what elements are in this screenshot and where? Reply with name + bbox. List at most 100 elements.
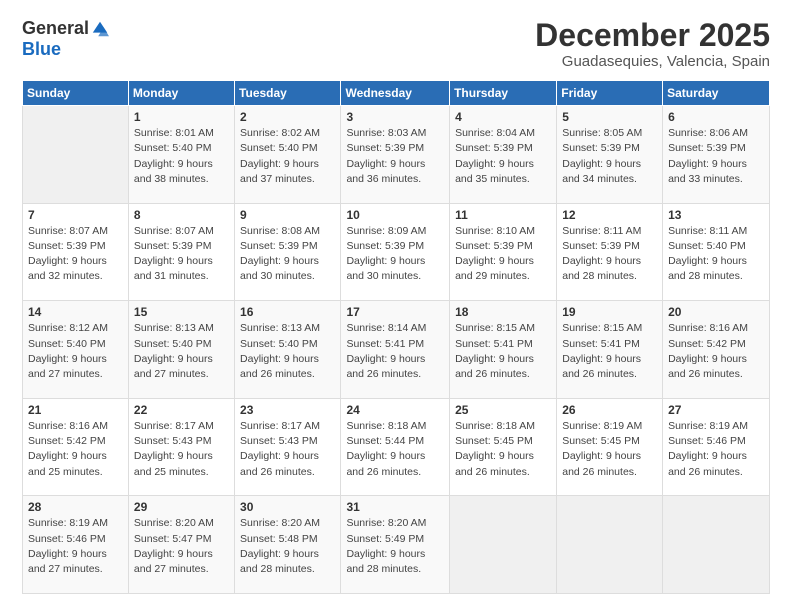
day-number: 3: [346, 110, 444, 124]
day-number: 5: [562, 110, 657, 124]
cell-w3-d1: 22 Sunrise: 8:17 AM Sunset: 5:43 PM Dayli…: [128, 398, 234, 496]
day-number: 27: [668, 403, 764, 417]
day-info: Sunrise: 8:19 AM Sunset: 5:45 PM Dayligh…: [562, 419, 657, 480]
day-number: 24: [346, 403, 444, 417]
day-info: Sunrise: 8:11 AM Sunset: 5:40 PM Dayligh…: [668, 224, 764, 285]
day-number: 21: [28, 403, 123, 417]
day-info: Sunrise: 8:06 AM Sunset: 5:39 PM Dayligh…: [668, 126, 764, 187]
day-number: 12: [562, 208, 657, 222]
cell-w0-d0: [23, 106, 129, 204]
day-number: 17: [346, 305, 444, 319]
day-number: 6: [668, 110, 764, 124]
cell-w2-d1: 15 Sunrise: 8:13 AM Sunset: 5:40 PM Dayli…: [128, 301, 234, 399]
day-info: Sunrise: 8:03 AM Sunset: 5:39 PM Dayligh…: [346, 126, 444, 187]
day-number: 15: [134, 305, 229, 319]
day-number: 28: [28, 500, 123, 514]
cell-w1-d4: 11Sunrise: 8:10 AM Sunset: 5:39 PM Dayli…: [450, 203, 557, 301]
logo-general-text: General: [22, 18, 89, 39]
subtitle: Guadasequies, Valencia, Spain: [535, 53, 770, 70]
cell-w0-d4: 4Sunrise: 8:04 AM Sunset: 5:39 PM Daylig…: [450, 106, 557, 204]
week-row-4: 28 Sunrise: 8:19 AM Sunset: 5:46 PM Dayli…: [23, 496, 770, 594]
cell-w3-d3: 24 Sunrise: 8:18 AM Sunset: 5:44 PM Dayli…: [341, 398, 450, 496]
day-number: 29: [134, 500, 229, 514]
cell-w0-d6: 6 Sunrise: 8:06 AM Sunset: 5:39 PM Daylig…: [663, 106, 770, 204]
day-info: Sunrise: 8:15 AM Sunset: 5:41 PM Dayligh…: [455, 321, 551, 382]
day-number: 20: [668, 305, 764, 319]
cell-w2-d0: 14Sunrise: 8:12 AM Sunset: 5:40 PM Dayli…: [23, 301, 129, 399]
header-row: Sunday Monday Tuesday Wednesday Thursday…: [23, 81, 770, 106]
calendar: Sunday Monday Tuesday Wednesday Thursday…: [22, 80, 770, 594]
day-number: 4: [455, 110, 551, 124]
col-monday: Monday: [128, 81, 234, 106]
day-number: 13: [668, 208, 764, 222]
week-row-3: 21 Sunrise: 8:16 AM Sunset: 5:42 PM Dayli…: [23, 398, 770, 496]
calendar-header: Sunday Monday Tuesday Wednesday Thursday…: [23, 81, 770, 106]
day-info: Sunrise: 8:11 AM Sunset: 5:39 PM Dayligh…: [562, 224, 657, 285]
day-info: Sunrise: 8:20 AM Sunset: 5:49 PM Dayligh…: [346, 516, 444, 577]
day-info: Sunrise: 8:16 AM Sunset: 5:42 PM Dayligh…: [668, 321, 764, 382]
day-number: 18: [455, 305, 551, 319]
week-row-2: 14Sunrise: 8:12 AM Sunset: 5:40 PM Dayli…: [23, 301, 770, 399]
day-info: Sunrise: 8:01 AM Sunset: 5:40 PM Dayligh…: [134, 126, 229, 187]
logo-icon: [91, 20, 109, 38]
cell-w4-d6: [663, 496, 770, 594]
cell-w2-d2: 16Sunrise: 8:13 AM Sunset: 5:40 PM Dayli…: [235, 301, 341, 399]
col-wednesday: Wednesday: [341, 81, 450, 106]
day-info: Sunrise: 8:19 AM Sunset: 5:46 PM Dayligh…: [28, 516, 123, 577]
day-info: Sunrise: 8:20 AM Sunset: 5:47 PM Dayligh…: [134, 516, 229, 577]
day-info: Sunrise: 8:07 AM Sunset: 5:39 PM Dayligh…: [134, 224, 229, 285]
logo: General Blue: [22, 18, 109, 60]
day-info: Sunrise: 8:14 AM Sunset: 5:41 PM Dayligh…: [346, 321, 444, 382]
header: General Blue December 2025 Guadasequies,…: [22, 18, 770, 70]
day-number: 26: [562, 403, 657, 417]
day-number: 1: [134, 110, 229, 124]
day-number: 10: [346, 208, 444, 222]
cell-w0-d1: 1 Sunrise: 8:01 AM Sunset: 5:40 PM Daylig…: [128, 106, 234, 204]
day-number: 14: [28, 305, 123, 319]
day-number: 22: [134, 403, 229, 417]
day-number: 19: [562, 305, 657, 319]
day-info: Sunrise: 8:16 AM Sunset: 5:42 PM Dayligh…: [28, 419, 123, 480]
page: General Blue December 2025 Guadasequies,…: [0, 0, 792, 612]
cell-w2-d5: 19Sunrise: 8:15 AM Sunset: 5:41 PM Dayli…: [557, 301, 663, 399]
main-title: December 2025: [535, 18, 770, 53]
day-info: Sunrise: 8:18 AM Sunset: 5:44 PM Dayligh…: [346, 419, 444, 480]
day-number: 30: [240, 500, 335, 514]
cell-w0-d3: 3 Sunrise: 8:03 AM Sunset: 5:39 PM Daylig…: [341, 106, 450, 204]
day-number: 31: [346, 500, 444, 514]
col-thursday: Thursday: [450, 81, 557, 106]
day-info: Sunrise: 8:17 AM Sunset: 5:43 PM Dayligh…: [134, 419, 229, 480]
day-info: Sunrise: 8:20 AM Sunset: 5:48 PM Dayligh…: [240, 516, 335, 577]
cell-w3-d2: 23 Sunrise: 8:17 AM Sunset: 5:43 PM Dayli…: [235, 398, 341, 496]
week-row-1: 7 Sunrise: 8:07 AM Sunset: 5:39 PM Daylig…: [23, 203, 770, 301]
day-info: Sunrise: 8:17 AM Sunset: 5:43 PM Dayligh…: [240, 419, 335, 480]
day-number: 7: [28, 208, 123, 222]
day-number: 25: [455, 403, 551, 417]
cell-w4-d3: 31 Sunrise: 8:20 AM Sunset: 5:49 PM Dayli…: [341, 496, 450, 594]
cell-w2-d4: 18 Sunrise: 8:15 AM Sunset: 5:41 PM Dayli…: [450, 301, 557, 399]
day-info: Sunrise: 8:10 AM Sunset: 5:39 PM Dayligh…: [455, 224, 551, 285]
day-info: Sunrise: 8:19 AM Sunset: 5:46 PM Dayligh…: [668, 419, 764, 480]
logo-blue-text: Blue: [22, 39, 61, 60]
calendar-body: 1 Sunrise: 8:01 AM Sunset: 5:40 PM Daylig…: [23, 106, 770, 594]
cell-w2-d3: 17 Sunrise: 8:14 AM Sunset: 5:41 PM Dayli…: [341, 301, 450, 399]
col-tuesday: Tuesday: [235, 81, 341, 106]
col-friday: Friday: [557, 81, 663, 106]
cell-w0-d2: 2Sunrise: 8:02 AM Sunset: 5:40 PM Daylig…: [235, 106, 341, 204]
cell-w4-d5: [557, 496, 663, 594]
cell-w1-d6: 13 Sunrise: 8:11 AM Sunset: 5:40 PM Dayli…: [663, 203, 770, 301]
cell-w1-d5: 12 Sunrise: 8:11 AM Sunset: 5:39 PM Dayli…: [557, 203, 663, 301]
day-info: Sunrise: 8:18 AM Sunset: 5:45 PM Dayligh…: [455, 419, 551, 480]
day-info: Sunrise: 8:13 AM Sunset: 5:40 PM Dayligh…: [134, 321, 229, 382]
day-info: Sunrise: 8:09 AM Sunset: 5:39 PM Dayligh…: [346, 224, 444, 285]
day-number: 23: [240, 403, 335, 417]
week-row-0: 1 Sunrise: 8:01 AM Sunset: 5:40 PM Daylig…: [23, 106, 770, 204]
cell-w4-d2: 30 Sunrise: 8:20 AM Sunset: 5:48 PM Dayli…: [235, 496, 341, 594]
day-info: Sunrise: 8:02 AM Sunset: 5:40 PM Dayligh…: [240, 126, 335, 187]
cell-w4-d0: 28 Sunrise: 8:19 AM Sunset: 5:46 PM Dayli…: [23, 496, 129, 594]
col-sunday: Sunday: [23, 81, 129, 106]
cell-w1-d3: 10 Sunrise: 8:09 AM Sunset: 5:39 PM Dayli…: [341, 203, 450, 301]
cell-w2-d6: 20 Sunrise: 8:16 AM Sunset: 5:42 PM Dayli…: [663, 301, 770, 399]
cell-w1-d2: 9Sunrise: 8:08 AM Sunset: 5:39 PM Daylig…: [235, 203, 341, 301]
cell-w3-d6: 27 Sunrise: 8:19 AM Sunset: 5:46 PM Dayli…: [663, 398, 770, 496]
